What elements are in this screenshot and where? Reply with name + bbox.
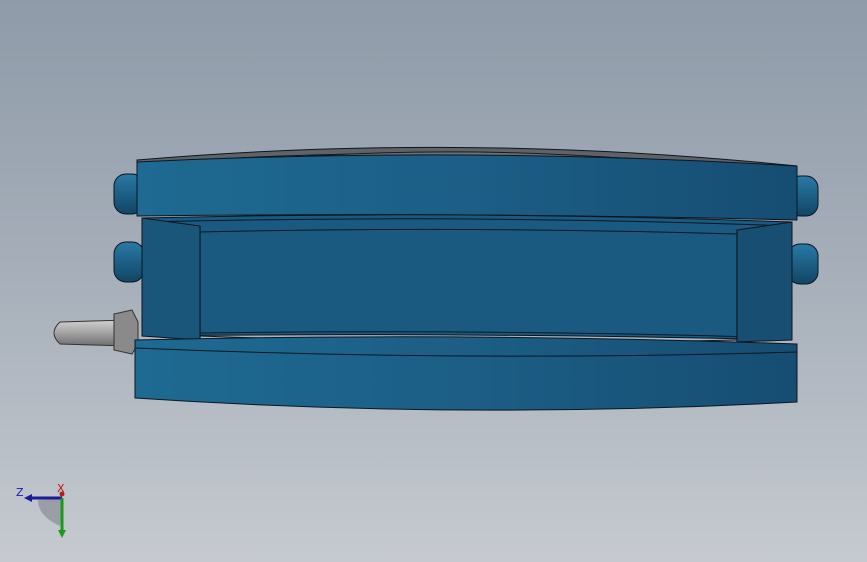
z-axis-arrow <box>24 494 32 502</box>
orientation-triad: Z X <box>16 482 66 538</box>
graphics-viewport[interactable]: Z X <box>0 0 867 562</box>
z-axis-label: Z <box>16 486 24 499</box>
triad-plane <box>38 498 62 526</box>
left-lower-boss <box>113 241 145 283</box>
valve-body <box>134 146 798 411</box>
y-axis-arrow <box>58 530 66 538</box>
valve-shaft <box>53 309 139 355</box>
model-view[interactable] <box>0 0 867 562</box>
x-axis-label: X <box>57 482 65 495</box>
